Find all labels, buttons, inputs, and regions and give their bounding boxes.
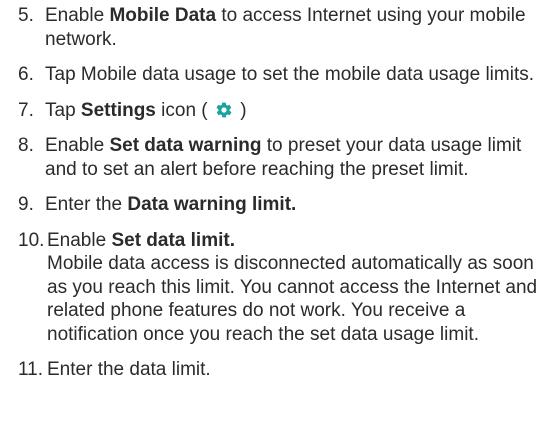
step-text: Enter the Data warning limit. — [45, 194, 297, 215]
step-number: 8. — [18, 135, 34, 156]
step-text: Enter the data limit. — [47, 359, 211, 380]
settings-gear-icon — [216, 102, 232, 117]
step-description: Mobile data access is disconnected autom… — [47, 253, 538, 345]
step-5: 5. Enable Mobile Data to access Internet… — [18, 4, 557, 51]
step-8: 8. Enable Set data warning to preset you… — [18, 134, 557, 181]
bold-term: Mobile Data — [109, 5, 217, 26]
step-9: 9. Enter the Data warning limit. — [18, 193, 557, 217]
step-6: 6. Tap Mobile data usage to set the mobi… — [18, 63, 557, 87]
instruction-steps-list: 5. Enable Mobile Data to access Internet… — [0, 0, 557, 382]
step-text: Tap Mobile data usage to set the mobile … — [45, 64, 535, 85]
bold-term: Settings — [80, 99, 156, 121]
bold-term: Data warning limit. — [127, 194, 297, 215]
step-text: Enable Set data limit. Mobile data acces… — [47, 229, 557, 347]
step-number: 6. — [18, 64, 34, 85]
step-10: 10. Enable Set data limit. Mobile data a… — [18, 229, 557, 347]
step-number: 7. — [18, 99, 34, 121]
step-number: 11. — [18, 359, 44, 380]
step-text: Enable Mobile Data to access Internet us… — [45, 5, 526, 50]
bold-term: Set data warning — [109, 135, 262, 156]
step-7: 7. Tap Settings icon ( ) — [18, 99, 557, 123]
step-number: 5. — [18, 5, 34, 26]
step-11: 11. Enter the data limit. — [18, 358, 557, 382]
step-text: Tap Settings icon ( ) — [45, 99, 247, 121]
bold-term: Set data limit. — [111, 229, 235, 251]
step-number: 10. — [18, 229, 45, 251]
step-number: 9. — [18, 194, 34, 215]
step-text: Enable Set data warning to preset your d… — [45, 135, 522, 180]
